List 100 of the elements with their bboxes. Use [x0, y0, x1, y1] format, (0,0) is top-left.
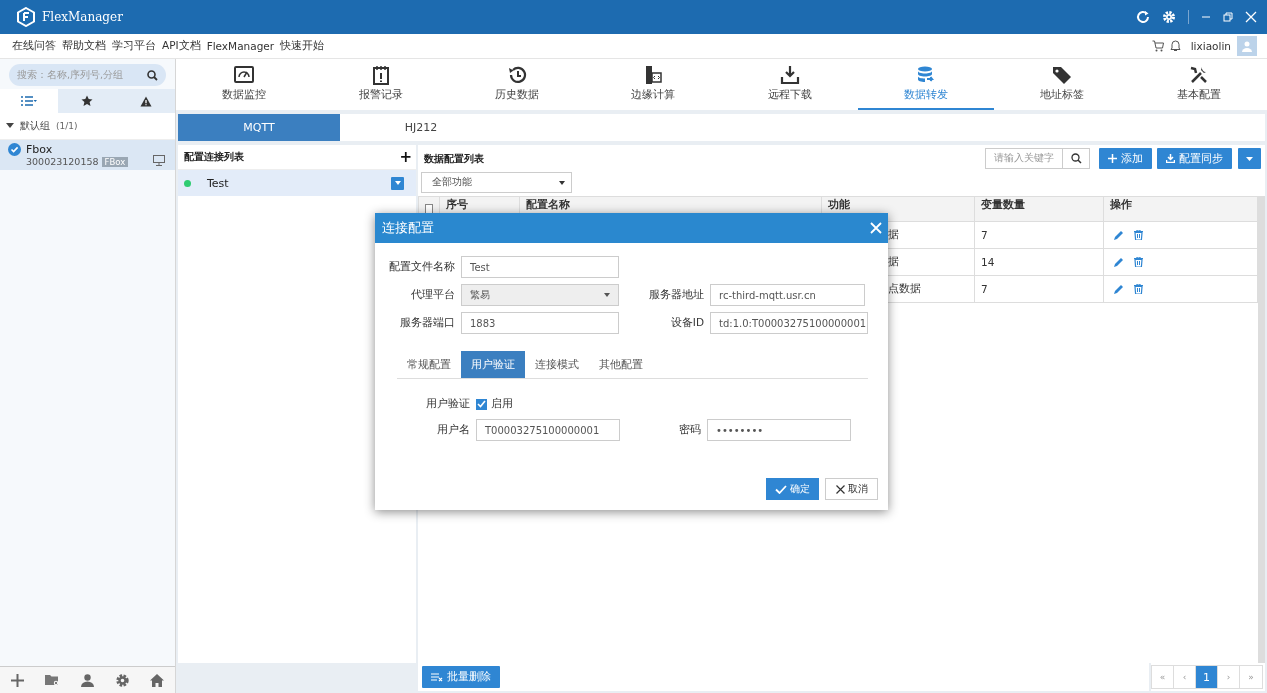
tools-icon[interactable] — [1188, 65, 1209, 85]
sidebar-tab[interactable] — [116, 89, 175, 113]
field-label: 设备ID — [669, 316, 705, 330]
settings-icon[interactable] — [115, 673, 129, 687]
add-button[interactable]: 添加 — [1099, 148, 1152, 169]
dialog-tab[interactable]: 常规配置 — [397, 351, 461, 378]
nav-tab[interactable]: 报警记录 — [312, 59, 449, 110]
dialog-tab[interactable]: 连接模式 — [525, 351, 589, 378]
nav-tab[interactable]: 历史数据 — [448, 59, 586, 110]
function-filter-select[interactable]: 全部功能 — [421, 172, 572, 193]
edit-icon[interactable] — [1114, 284, 1124, 294]
nav-tab[interactable]: 地址标签 — [994, 59, 1131, 110]
field-label: 服务器地址 — [648, 288, 705, 302]
restore-icon[interactable] — [1223, 12, 1233, 22]
menu-link[interactable]: 快速开始 — [280, 39, 325, 53]
menu-link[interactable]: 在线问答 — [12, 39, 56, 53]
menu-link[interactable]: FlexManager — [206, 40, 275, 52]
close-icon — [835, 484, 845, 494]
sidebar-tab[interactable] — [58, 89, 117, 113]
delete-icon[interactable] — [1134, 230, 1143, 240]
device-serial: 300023120158 — [26, 156, 99, 167]
star-icon[interactable] — [81, 95, 94, 107]
search-icon[interactable] — [147, 69, 158, 81]
edit-icon[interactable] — [1114, 230, 1124, 240]
field-label: 密码 — [678, 423, 702, 437]
check-icon — [775, 484, 787, 494]
ok-button[interactable]: 确定 — [766, 478, 819, 500]
connection-item[interactable]: Test — [178, 170, 416, 196]
warning-icon[interactable] — [139, 95, 152, 107]
caret-icon — [604, 293, 610, 297]
edit-icon[interactable] — [1114, 257, 1124, 267]
add-button[interactable]: + — [399, 149, 412, 165]
dialog-tab[interactable]: 用户验证 — [461, 351, 525, 378]
delete-icon[interactable] — [1134, 284, 1143, 294]
add-icon[interactable] — [10, 673, 24, 687]
logo-icon — [16, 7, 36, 27]
bulk-delete-button[interactable]: 批量删除 — [422, 666, 500, 688]
search-button[interactable] — [1063, 148, 1090, 169]
dropdown-button[interactable] — [391, 176, 404, 190]
dialog-tab[interactable]: 其他配置 — [589, 351, 653, 378]
enable-checkbox[interactable] — [476, 398, 487, 410]
dropdown-button[interactable] — [1238, 148, 1261, 169]
download-icon[interactable] — [779, 65, 800, 85]
calendar-alert-icon[interactable] — [370, 65, 391, 85]
input-field[interactable]: 1883 — [461, 312, 619, 334]
database-icon[interactable] — [916, 65, 937, 85]
folder-icon[interactable] — [45, 674, 60, 686]
menu-link[interactable]: 学习平台 — [112, 39, 156, 53]
caret-icon — [559, 180, 565, 185]
delete-icon[interactable] — [1134, 257, 1143, 267]
cancel-button[interactable]: 取消 — [825, 478, 878, 500]
nav-tab[interactable]: 数据监控 — [176, 59, 313, 110]
password-field[interactable]: •••••••• — [707, 419, 851, 441]
username-field[interactable]: T00003275100000001 — [476, 419, 620, 441]
list-icon[interactable] — [21, 96, 38, 106]
column-header: 变量数量 — [975, 197, 1104, 221]
platform-select[interactable]: 繁易 — [461, 284, 619, 306]
close-icon[interactable] — [1245, 11, 1257, 23]
user-icon[interactable] — [81, 673, 94, 687]
gauge-icon[interactable] — [234, 65, 255, 85]
close-icon[interactable] — [870, 222, 882, 234]
nav-tab[interactable]: 远程下载 — [721, 59, 858, 110]
plus-icon — [1108, 154, 1117, 163]
menu-link[interactable]: 帮助文档 — [62, 39, 106, 53]
download-icon — [1166, 154, 1175, 163]
monitor-icon[interactable] — [153, 154, 165, 166]
sync-button[interactable]: 配置同步 — [1157, 148, 1232, 169]
menu-link[interactable]: API文档 — [162, 39, 201, 53]
protocol-tab[interactable]: MQTT — [178, 114, 340, 141]
device-item[interactable]: Fbox 300023120158 FBox — [0, 140, 175, 170]
list-delete-icon — [431, 672, 443, 682]
user-name[interactable]: lixiaolin — [1190, 40, 1231, 52]
nav-tab[interactable]: 数据转发 — [857, 59, 995, 110]
app-title: FlexManager — [42, 10, 123, 24]
field-label: 用户名 — [436, 423, 471, 437]
table-cell: 7 — [975, 276, 1104, 302]
input-field[interactable]: Test — [461, 256, 619, 278]
nav-tab[interactable]: 基本配置 — [1130, 59, 1267, 110]
nav-tab[interactable]: 边缘计算 — [585, 59, 722, 110]
refresh-icon[interactable] — [1136, 10, 1150, 24]
search-icon — [1070, 153, 1082, 164]
history-icon[interactable] — [506, 65, 527, 85]
tag-icon[interactable] — [1052, 65, 1073, 85]
protocol-tab[interactable]: HJ212 — [340, 114, 502, 141]
scrollbar[interactable] — [1258, 196, 1265, 663]
panel-title: 配置连接列表 — [184, 150, 244, 164]
page-button[interactable]: 1 — [1196, 666, 1218, 688]
cart-icon[interactable] — [1151, 40, 1164, 52]
table-cell: 7 — [975, 222, 1104, 248]
field-label: 代理平台 — [410, 288, 456, 302]
input-field[interactable]: td:1.0:T00003275100000001 — [710, 312, 868, 334]
group-name[interactable]: 默认组 — [20, 119, 50, 133]
input-field[interactable]: rc-third-mqtt.usr.cn — [710, 284, 865, 306]
check-icon — [477, 400, 486, 408]
caret-icon[interactable] — [6, 123, 14, 129]
code-icon[interactable] — [643, 65, 664, 85]
home-icon[interactable] — [150, 673, 165, 687]
bell-icon[interactable] — [1169, 40, 1181, 52]
field-label: 配置文件名称 — [388, 260, 456, 274]
field-label: 服务器端口 — [399, 316, 456, 330]
